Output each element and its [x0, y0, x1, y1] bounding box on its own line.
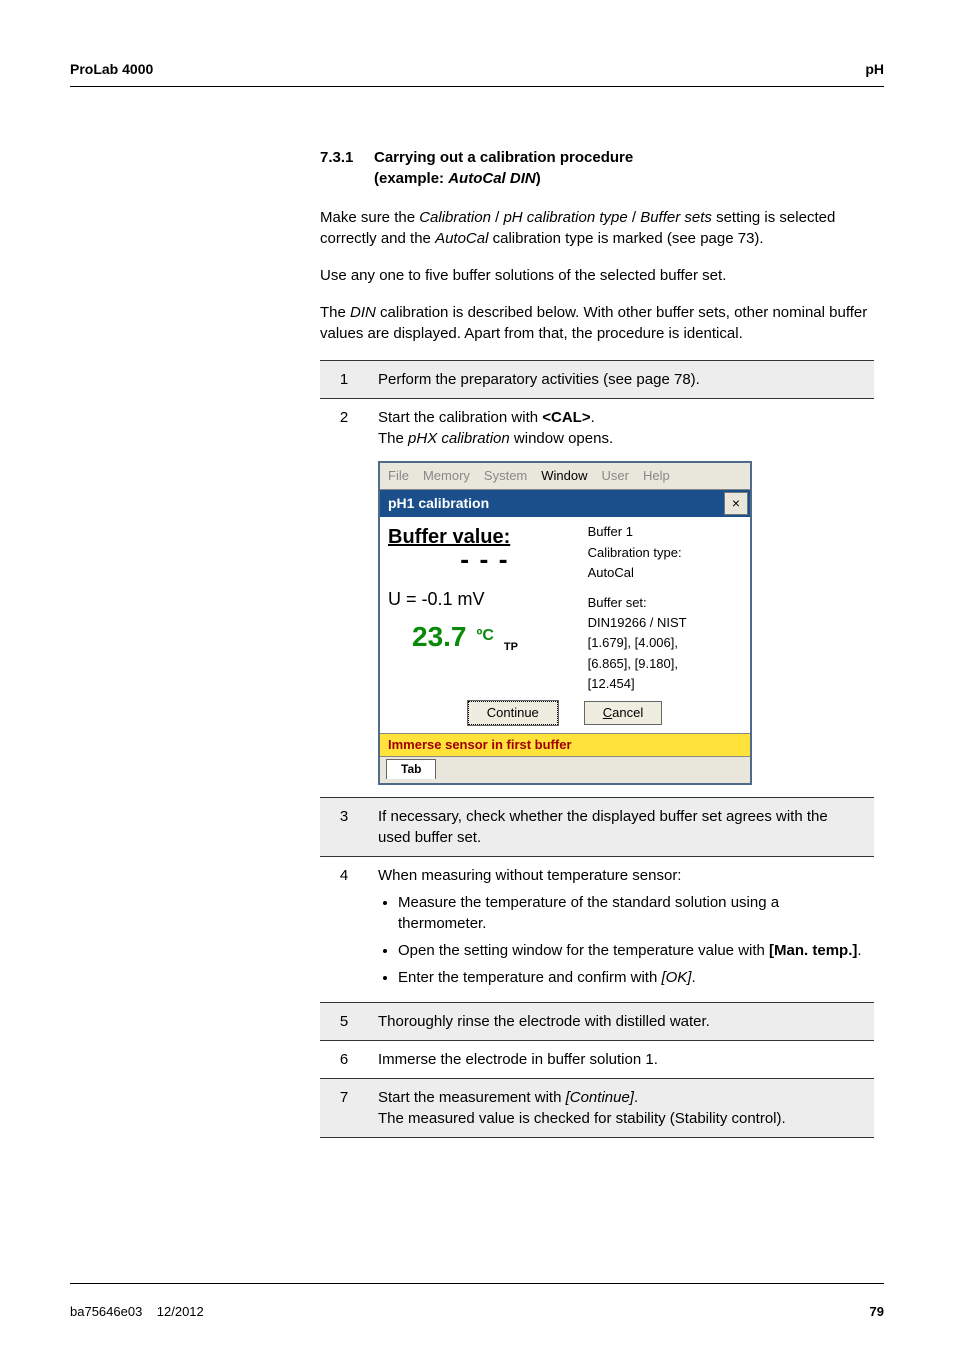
step-text: If necessary, check whether the displaye…	[368, 798, 874, 857]
header-right: pH	[865, 60, 884, 80]
menu-file[interactable]: File	[388, 467, 409, 485]
list-item: Open the setting window for the temperat…	[398, 940, 864, 961]
info-bufferset-label: Buffer set:	[588, 594, 744, 612]
tp-indicator: TP	[504, 640, 518, 655]
status-strip: Immerse sensor in first buffer	[380, 733, 750, 756]
menu-system[interactable]: System	[484, 467, 527, 485]
step-row: 2 Start the calibration with <CAL>. The …	[320, 398, 874, 797]
intro-p3: The DIN calibration is described below. …	[320, 302, 874, 344]
menu-window[interactable]: Window	[541, 467, 587, 485]
step4-list: Measure the temperature of the standard …	[378, 892, 864, 988]
step-text: Perform the preparatory activities (see …	[368, 360, 874, 398]
info-caltype-label: Calibration type:	[588, 544, 744, 562]
panel-left: Buffer value: --- U = -0.1 mV 23.7 ºC TP	[380, 517, 584, 695]
header-left: ProLab 4000	[70, 60, 153, 80]
step-number: 5	[320, 1003, 368, 1041]
menu-user[interactable]: User	[602, 467, 629, 485]
step-row: 6 Immerse the electrode in buffer soluti…	[320, 1041, 874, 1079]
step-row: 1 Perform the preparatory activities (se…	[320, 360, 874, 398]
step-number: 2	[320, 398, 368, 797]
continue-button[interactable]: Continue	[468, 701, 558, 725]
app-window: File Memory System Window User Help pH1 …	[378, 461, 752, 785]
window-title: pH1 calibration	[380, 490, 497, 518]
list-item: Enter the temperature and confirm with […	[398, 967, 864, 988]
info-buffer-number: Buffer 1	[588, 523, 744, 541]
voltage-reading: U = -0.1 mV	[388, 587, 576, 612]
footer-rule	[70, 1283, 884, 1284]
list-item: Measure the temperature of the standard …	[398, 892, 864, 934]
steps-table: 1 Perform the preparatory activities (se…	[320, 360, 874, 1138]
step-row: 7 Start the measurement with [Continue].…	[320, 1079, 874, 1138]
window-titlebar: pH1 calibration ×	[380, 490, 750, 518]
section-title-line1: Carrying out a calibration procedure	[374, 147, 633, 168]
temperature-row: 23.7 ºC TP	[388, 617, 576, 656]
intro-p2: Use any one to five buffer solutions of …	[320, 265, 874, 286]
info-buffers-line2: [6.865], [9.180],	[588, 655, 744, 673]
step-number: 6	[320, 1041, 368, 1079]
step-text: Start the measurement with [Continue]. T…	[368, 1079, 874, 1138]
intro-p1: Make sure the Calibration / pH calibrati…	[320, 207, 874, 249]
panel-right: Buffer 1 Calibration type: AutoCal Buffe…	[584, 517, 750, 695]
step-text: Start the calibration with <CAL>. The pH…	[368, 398, 874, 797]
menu-help[interactable]: Help	[643, 467, 670, 485]
step-number: 4	[320, 857, 368, 1003]
step-text: Immerse the electrode in buffer solution…	[368, 1041, 874, 1079]
info-bufferset-value: DIN19266 / NIST	[588, 614, 744, 632]
info-buffers-line1: [1.679], [4.006],	[588, 634, 744, 652]
step-text: When measuring without temperature senso…	[368, 857, 874, 1003]
panel: Buffer value: --- U = -0.1 mV 23.7 ºC TP	[380, 517, 750, 695]
menu-memory[interactable]: Memory	[423, 467, 470, 485]
section-number: 7.3.1	[320, 147, 374, 189]
button-row: Continue Cancel	[380, 695, 750, 733]
close-button[interactable]: ×	[724, 492, 748, 516]
page-footer: ba75646e03 12/2012 79	[70, 1303, 884, 1321]
tab-strip: Tab	[380, 756, 750, 783]
body-column: 7.3.1 Carrying out a calibration procedu…	[320, 147, 874, 1138]
buffer-value-label: Buffer value:	[388, 523, 576, 551]
step-row: 3 If necessary, check whether the displa…	[320, 798, 874, 857]
step-number: 1	[320, 360, 368, 398]
info-buffers-line3: [12.454]	[588, 675, 744, 693]
page-header: ProLab 4000 pH	[70, 60, 884, 86]
footer-left: ba75646e03 12/2012	[70, 1303, 204, 1321]
temperature-unit: ºC	[477, 625, 494, 647]
section-heading: 7.3.1 Carrying out a calibration procedu…	[320, 147, 874, 189]
temperature-value: 23.7	[388, 617, 467, 656]
tab[interactable]: Tab	[386, 759, 436, 779]
section-title-line2: (example: AutoCal DIN)	[374, 168, 633, 189]
step-number: 7	[320, 1079, 368, 1138]
buffer-value-dashes: ---	[388, 551, 576, 573]
page-number: 79	[870, 1303, 884, 1321]
step-row: 5 Thoroughly rinse the electrode with di…	[320, 1003, 874, 1041]
header-rule	[70, 86, 884, 87]
menubar: File Memory System Window User Help	[380, 463, 750, 490]
step-number: 3	[320, 798, 368, 857]
step-row: 4 When measuring without temperature sen…	[320, 857, 874, 1003]
info-caltype-value: AutoCal	[588, 564, 744, 582]
cancel-button[interactable]: Cancel	[584, 701, 662, 725]
page: ProLab 4000 pH 7.3.1 Carrying out a cali…	[0, 0, 954, 1351]
step-text: Thoroughly rinse the electrode with dist…	[368, 1003, 874, 1041]
